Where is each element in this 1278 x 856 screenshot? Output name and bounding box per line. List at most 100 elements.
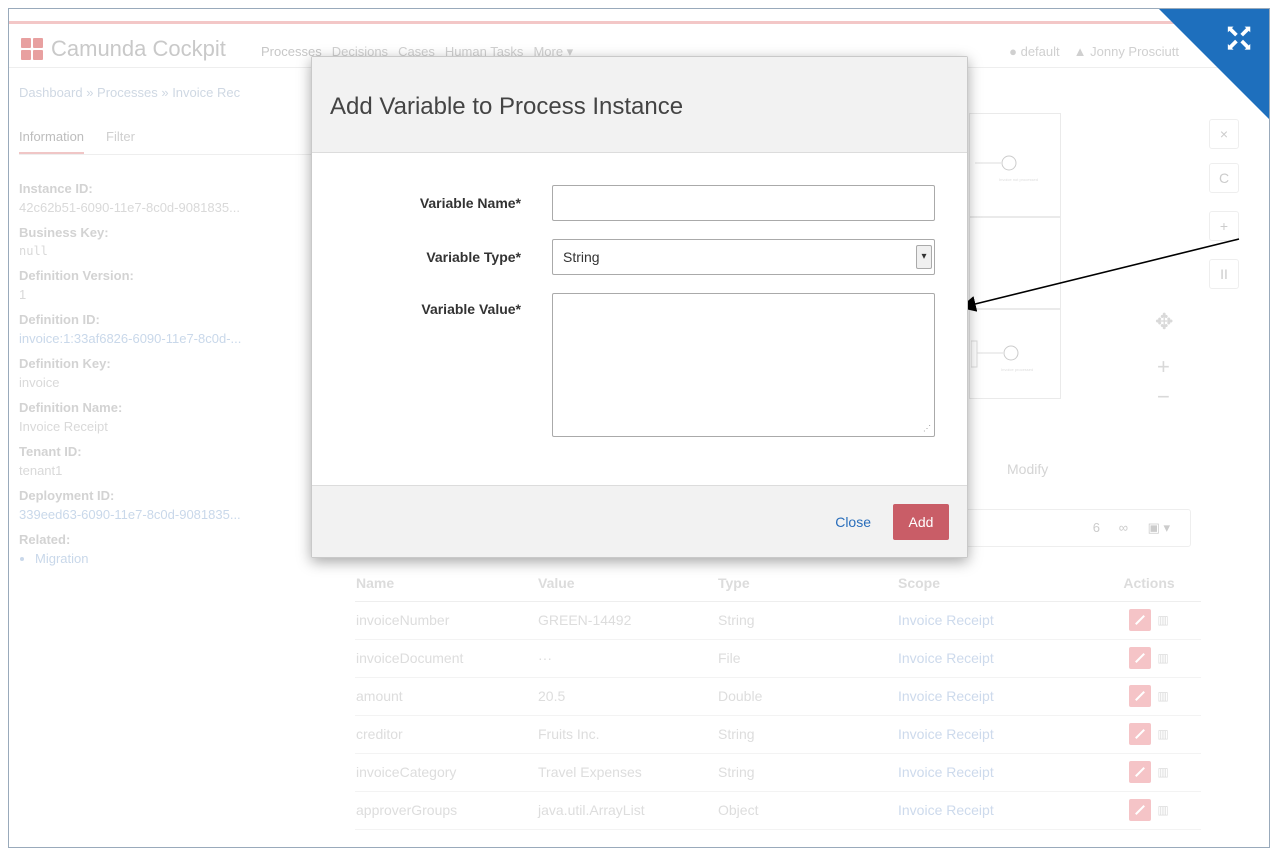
info-label: Definition Version: [19, 268, 134, 283]
callout-arrow [959, 238, 1240, 312]
cell-scope[interactable]: Invoice Receipt [897, 677, 1097, 716]
info-label: Related: [19, 532, 71, 547]
modal-header: Add Variable to Process Instance [312, 57, 967, 153]
cell-value: GREEN-14492 [537, 601, 717, 640]
cell-type: File [717, 639, 897, 678]
cell-scope[interactable]: Invoice Receipt [897, 791, 1097, 830]
edit-icon[interactable] [1129, 609, 1152, 631]
col-actions: Actions [1097, 565, 1201, 602]
edit-icon[interactable] [1129, 761, 1152, 783]
breadcrumb[interactable]: Dashboard » Processes » Invoice Rec [19, 85, 240, 100]
close-button[interactable]: Close [835, 514, 871, 530]
end-event-not-processed: Invoice not processed [975, 155, 1038, 182]
tab-modify[interactable]: Modify [1007, 461, 1048, 477]
edit-icon[interactable] [1129, 685, 1152, 707]
cell-scope[interactable]: Invoice Receipt [897, 715, 1097, 754]
cell-value: java.util.ArrayList [537, 791, 717, 830]
related-link[interactable]: Migration [35, 551, 319, 566]
cell-name: invoiceDocument [355, 639, 537, 678]
related-list: Migration [35, 551, 319, 566]
trash-icon[interactable]: ▥ [1157, 803, 1168, 817]
info-value[interactable]: 339eed63-6090-11e7-8c0d-9081835... [19, 507, 319, 522]
camunda-logo-icon [21, 38, 43, 60]
cell-scope[interactable]: Invoice Receipt [897, 639, 1097, 678]
info-value: invoice [19, 375, 60, 390]
trash-icon[interactable]: ▥ [1157, 727, 1168, 741]
variable-type-value: String [563, 249, 600, 265]
table-row: invoiceCategory Travel Expenses String Invo… [355, 753, 1201, 792]
cell-type: Double [717, 677, 897, 716]
cell-actions: ▥ [1097, 715, 1201, 754]
cell-type: Object [717, 791, 897, 830]
variable-name-input[interactable] [552, 185, 935, 221]
resize-grip-icon[interactable]: ⋰ [923, 425, 931, 433]
cell-actions: ▥ [1097, 791, 1201, 830]
link-icon[interactable]: ∞ [1119, 520, 1128, 535]
table-row: invoiceDocument ··· File Invoice Receipt ▥ [355, 639, 1201, 678]
info-value[interactable]: invoice:1:33af6826-6090-11e7-8c0d-... [19, 331, 319, 346]
info-label: Tenant ID: [19, 444, 82, 459]
table-row: amount 20.5 Double Invoice Receipt ▥ [355, 677, 1201, 716]
variables-table: Name Value Type Scope Actions invoiceNum… [355, 565, 1201, 830]
table-row: invoiceNumber GREEN-14492 String Invoice Re… [355, 601, 1201, 640]
info-value: 1 [19, 287, 27, 302]
end-event-processed: Invoice processed [971, 340, 1033, 372]
col-type[interactable]: Type [717, 565, 897, 602]
cell-scope[interactable]: Invoice Receipt [897, 753, 1097, 792]
brand[interactable]: Camunda Cockpit [21, 36, 226, 62]
table-row: approverGroups java.util.ArrayList Object I… [355, 791, 1201, 830]
info-label: Deployment ID: [19, 488, 115, 503]
cell-value: 20.5 [537, 677, 717, 716]
variable-value-textarea[interactable]: ⋰ [552, 293, 935, 437]
tab-information[interactable]: Information [19, 129, 85, 155]
zoom-out-icon[interactable]: − [1157, 384, 1170, 410]
cell-actions: ▥ [1097, 639, 1201, 678]
info-label: Definition Key: [19, 356, 111, 371]
remove-button[interactable]: × [1209, 119, 1239, 149]
end-label-2: Invoice processed [1001, 367, 1033, 372]
edit-icon[interactable] [1129, 647, 1152, 669]
cell-type: String [717, 601, 897, 640]
variable-name-label: Variable Name* [419, 195, 521, 211]
table-toolbar: 6 ∞ ▣ ▾ [953, 509, 1191, 547]
edit-icon[interactable] [1129, 799, 1152, 821]
info-value: Invoice Receipt [19, 419, 108, 434]
engine-selector[interactable]: ● default [1009, 44, 1060, 59]
zoom-in-icon[interactable]: + [1157, 354, 1170, 380]
cell-scope[interactable]: Invoice Receipt [897, 601, 1097, 640]
info-label: Definition ID: [19, 312, 100, 327]
col-value[interactable]: Value [537, 565, 717, 602]
trash-icon[interactable]: ▥ [1157, 689, 1168, 703]
edit-icon[interactable] [1129, 723, 1152, 745]
end-label-1: Invoice not processed [999, 177, 1038, 182]
fullscreen-icon[interactable]: ⬉⬈ ⬋⬊ [1223, 24, 1255, 57]
cell-name: approverGroups [355, 791, 537, 830]
refresh-button[interactable]: C [1209, 163, 1239, 193]
app-title: Camunda Cockpit [51, 36, 226, 61]
trash-icon[interactable]: ▥ [1157, 765, 1168, 779]
save-icon[interactable]: ▣ ▾ [1148, 520, 1170, 536]
info-label: Definition Name: [19, 400, 123, 415]
info-value: 42c62b51-6090-11e7-8c0d-9081835... [19, 200, 240, 215]
cell-name: amount [355, 677, 537, 716]
user-icon: ▲ [1073, 44, 1091, 59]
modal-title: Add Variable to Process Instance [330, 93, 684, 120]
trash-icon[interactable]: ▥ [1157, 651, 1168, 665]
col-scope[interactable]: Scope [897, 565, 1097, 602]
table-header-row: Name Value Type Scope Actions [355, 565, 1201, 602]
table-row: creditor Fruits Inc. String Invoice Receipt… [355, 715, 1201, 754]
cell-name: invoiceCategory [355, 753, 537, 792]
trash-icon[interactable]: ▥ [1157, 613, 1168, 627]
variable-value-label: Variable Value* [421, 301, 521, 317]
cell-name: creditor [355, 715, 537, 754]
col-name[interactable]: Name [355, 565, 537, 602]
cell-value: Travel Expenses [537, 753, 717, 792]
cell-type: String [717, 715, 897, 754]
cell-actions: ▥ [1097, 601, 1201, 640]
chevron-down-icon[interactable]: ▾ [916, 245, 932, 269]
variable-type-select[interactable]: String ▾ [552, 239, 935, 275]
info-label: Instance ID: [19, 181, 93, 196]
cell-actions: ▥ [1097, 753, 1201, 792]
tab-filter[interactable]: Filter [106, 129, 135, 155]
add-button[interactable]: Add [893, 504, 949, 540]
